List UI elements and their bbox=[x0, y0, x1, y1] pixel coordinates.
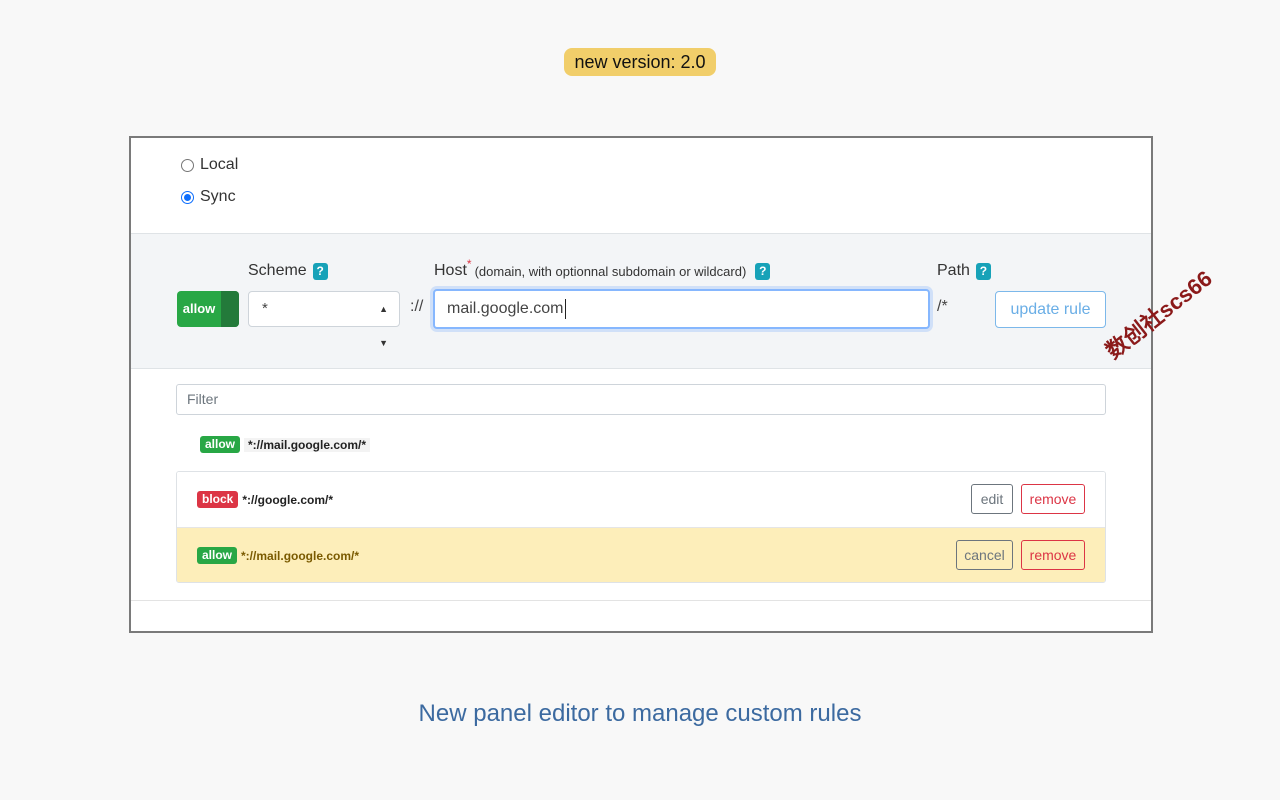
panel-divider bbox=[131, 600, 1151, 601]
host-hint: (domain, with optionnal subdomain or wil… bbox=[474, 263, 747, 279]
rule-text: *://google.com/* bbox=[242, 492, 334, 507]
storage-option-sync[interactable]: Sync bbox=[181, 188, 236, 206]
rule-text: *://mail.google.com/* bbox=[241, 548, 360, 563]
rules-panel: Local Sync Scheme ? Host * (domain, with… bbox=[129, 136, 1153, 633]
host-label: Host bbox=[434, 262, 467, 279]
local-radio[interactable] bbox=[181, 158, 194, 172]
allow-block-toggle[interactable]: allow bbox=[177, 291, 239, 327]
path-value: /* bbox=[937, 298, 948, 315]
toggle-knob[interactable] bbox=[221, 291, 239, 327]
path-label-group: Path ? bbox=[937, 262, 991, 280]
scheme-select[interactable]: * ▲ ▼ bbox=[248, 291, 400, 348]
host-required-mark: * bbox=[466, 257, 472, 271]
sync-radio[interactable] bbox=[181, 190, 194, 204]
scheme-value: * bbox=[262, 300, 268, 317]
preview-allow-badge: allow bbox=[200, 436, 241, 453]
host-help-icon[interactable]: ? bbox=[755, 262, 771, 280]
rules-list: block *://google.com/* edit remove allow… bbox=[176, 471, 1106, 583]
storage-option-local[interactable]: Local bbox=[181, 156, 238, 174]
host-value: mail.google.com bbox=[447, 300, 564, 317]
scheme-separator: :// bbox=[410, 298, 424, 315]
allow-badge: allow bbox=[197, 547, 238, 564]
edit-button[interactable]: edit bbox=[971, 484, 1013, 514]
text-caret bbox=[564, 298, 566, 319]
storage-selector: Local Sync bbox=[131, 138, 1151, 233]
preview-rule-text: *://mail.google.com/* bbox=[244, 437, 371, 452]
block-badge: block bbox=[197, 491, 239, 508]
rule-preview: allow *://mail.google.com/* bbox=[200, 436, 371, 453]
toggle-label: allow bbox=[182, 301, 216, 316]
cancel-button[interactable]: cancel bbox=[956, 540, 1013, 570]
update-rule-button[interactable]: update rule bbox=[995, 291, 1106, 328]
path-label: Path bbox=[937, 262, 970, 279]
scheme-label: Scheme bbox=[248, 262, 307, 279]
path-help-icon[interactable]: ? bbox=[975, 262, 991, 280]
remove-button[interactable]: remove bbox=[1021, 540, 1085, 570]
caption: New panel editor to manage custom rules bbox=[418, 700, 862, 727]
scheme-help-icon[interactable]: ? bbox=[312, 262, 328, 280]
rule-editor: Scheme ? Host * (domain, with optionnal … bbox=[131, 233, 1151, 369]
local-label: Local bbox=[200, 156, 239, 173]
host-input[interactable]: mail.google.com bbox=[433, 289, 930, 329]
scheme-label-group: Scheme ? bbox=[248, 262, 328, 280]
rule-row-editing: allow *://mail.google.com/* cancel remov… bbox=[177, 528, 1105, 582]
select-arrows-icon: ▲ ▼ bbox=[379, 304, 388, 348]
filter-input[interactable]: Filter bbox=[176, 384, 1106, 415]
sync-label: Sync bbox=[200, 188, 236, 205]
version-badge: new version: 2.0 bbox=[564, 48, 716, 76]
host-label-group: Host * (domain, with optionnal subdomain… bbox=[434, 257, 771, 280]
rule-row: block *://google.com/* edit remove bbox=[177, 472, 1105, 528]
remove-button[interactable]: remove bbox=[1021, 484, 1085, 514]
